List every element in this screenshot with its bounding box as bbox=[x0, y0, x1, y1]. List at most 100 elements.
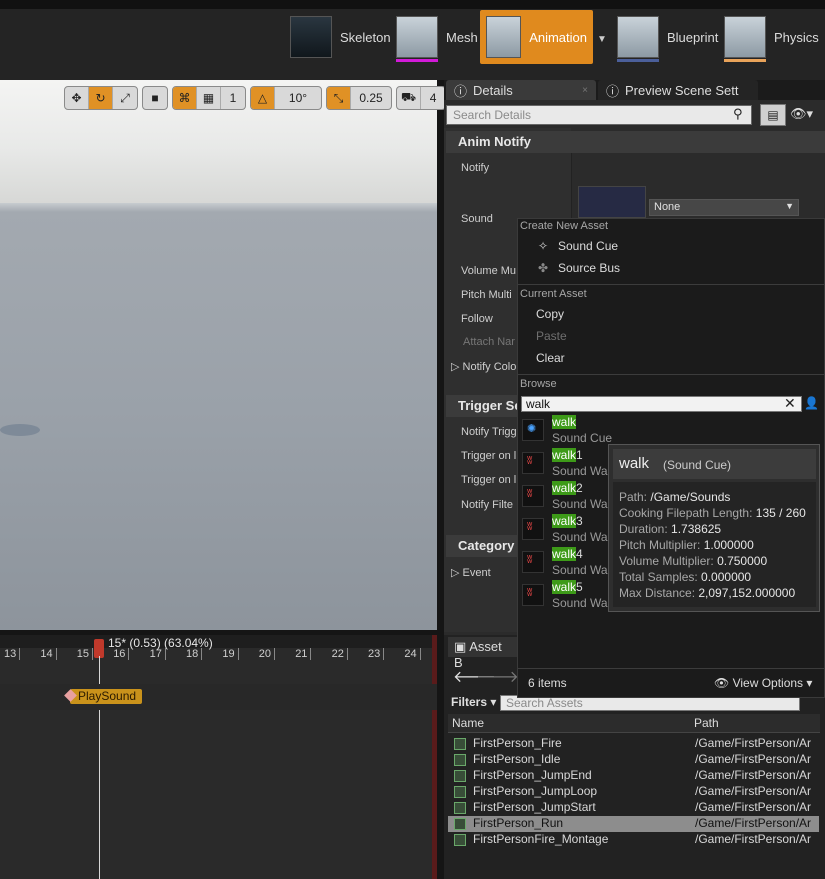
property-matrix-icon[interactable]: ▤ bbox=[760, 104, 786, 126]
asset-row-path: /Game/FirstPerson/Ar bbox=[695, 832, 812, 846]
asset-name-match: walk bbox=[552, 514, 577, 528]
asset-table-header: Name Path bbox=[448, 714, 820, 733]
menu-copy[interactable]: Copy bbox=[536, 307, 564, 321]
tab-details-label: Details bbox=[473, 82, 513, 98]
table-row[interactable]: FirstPerson_JumpLoop/Game/FirstPerson/Ar bbox=[448, 784, 819, 800]
timeline-tick-label: 20 bbox=[259, 648, 276, 660]
tooltip-row: Cooking Filepath Length: 135 / 260 bbox=[619, 506, 806, 520]
animation-thumbnail-icon bbox=[486, 16, 522, 58]
sound-asset-value: None bbox=[654, 201, 681, 213]
tab-asset-browser[interactable]: ▣ Asset B bbox=[448, 637, 518, 670]
prop-attach: Attach Nar bbox=[463, 336, 515, 348]
rotation-snap-icon[interactable]: △ bbox=[251, 87, 275, 109]
filters-button[interactable]: Filters ▾ bbox=[451, 695, 496, 709]
col-name[interactable]: Name bbox=[452, 716, 484, 730]
prop-notify: Notify bbox=[461, 162, 490, 174]
asset-name-suffix: 4 bbox=[576, 547, 583, 561]
rotate-icon[interactable]: ↻ bbox=[89, 87, 113, 109]
grid-snap-icon[interactable]: ▦ bbox=[197, 87, 221, 109]
asset-result-item[interactable]: walk bbox=[552, 415, 577, 429]
asset-type: Sound Wa bbox=[552, 464, 608, 478]
asset-result-item[interactable]: walk1 bbox=[552, 448, 583, 462]
camera-speed-icon[interactable]: ⛟ bbox=[397, 87, 422, 109]
tooltip-key: Duration: bbox=[619, 522, 668, 536]
search-icon: ⚲ bbox=[733, 106, 743, 121]
tooltip-row: Max Distance: 2,097,152.000000 bbox=[619, 586, 795, 600]
mode-animation-button[interactable]: Animation bbox=[480, 10, 593, 64]
browse-header: Browse bbox=[520, 378, 557, 390]
tooltip-asset-name: walk bbox=[619, 455, 650, 472]
scale-icon[interactable]: ⤢ bbox=[113, 87, 137, 109]
table-row[interactable]: FirstPerson_JumpEnd/Game/FirstPerson/Ar bbox=[448, 768, 819, 784]
tooltip-key: Max Distance: bbox=[619, 586, 696, 600]
eye-icon[interactable]: 👁▾ bbox=[790, 106, 813, 122]
menu-sound-cue[interactable]: Sound Cue bbox=[558, 239, 618, 253]
table-row[interactable]: FirstPerson_Idle/Game/FirstPerson/Ar bbox=[448, 752, 819, 768]
translate-icon[interactable]: ✥ bbox=[65, 87, 89, 109]
animation-dropdown-icon[interactable]: ▼ bbox=[597, 34, 607, 45]
animation-asset-icon bbox=[454, 802, 466, 814]
prop-notify-color-row[interactable]: ▷ Notify Colo bbox=[451, 360, 516, 373]
tab-preview-scene[interactable]: ⓘ Preview Scene Sett bbox=[598, 80, 758, 100]
world-local-icon[interactable]: ■ bbox=[143, 87, 167, 109]
forward-arrow-icon[interactable]: 🡒 bbox=[476, 666, 519, 687]
close-tab-icon[interactable]: × bbox=[582, 85, 588, 96]
asset-result-item[interactable]: walk3 bbox=[552, 514, 583, 528]
asset-filter-input[interactable]: walk bbox=[521, 396, 802, 412]
asset-row-path: /Game/FirstPerson/Ar bbox=[695, 800, 812, 814]
mode-physics-button[interactable]: Physics bbox=[718, 10, 825, 64]
view-options-button[interactable]: 👁 View Options ▾ bbox=[714, 676, 812, 690]
prop-follow: Follow bbox=[461, 313, 493, 325]
asset-type: Sound Wa bbox=[552, 596, 608, 610]
asset-row-path: /Game/FirstPerson/Ar bbox=[695, 784, 812, 798]
camera-speed-value[interactable]: 4 bbox=[421, 87, 445, 109]
asset-name-suffix: 3 bbox=[576, 514, 583, 528]
timeline-tick-label: 18 bbox=[186, 648, 203, 660]
section-anim-notify[interactable]: Anim Notify bbox=[446, 131, 825, 153]
expand-arrow-icon: ▷ bbox=[451, 567, 463, 579]
table-row[interactable]: FirstPersonFire_Montage/Game/FirstPerson… bbox=[448, 832, 819, 848]
asset-name-suffix: 1 bbox=[576, 448, 583, 462]
sound-thumbnail[interactable] bbox=[578, 186, 646, 218]
skeleton-thumbnail-icon bbox=[290, 16, 332, 58]
asset-result-item[interactable]: walk4 bbox=[552, 547, 583, 561]
scale-snap-icon[interactable]: ⤡ bbox=[327, 87, 351, 109]
mode-mesh-button[interactable]: Mesh bbox=[390, 10, 484, 64]
table-row[interactable]: FirstPerson_Run/Game/FirstPerson/Ar bbox=[448, 816, 819, 832]
menu-clear[interactable]: Clear bbox=[536, 351, 565, 365]
rotation-snap-value[interactable]: 10° bbox=[275, 87, 321, 109]
sound-wave-asset-icon: ʬ bbox=[522, 551, 544, 573]
user-icon[interactable]: 👤 bbox=[804, 396, 819, 410]
timeline-ruler[interactable]: 13 14 15 16 17 18 19 20 21 22 23 24 bbox=[0, 648, 437, 662]
timeline-panel[interactable] bbox=[0, 635, 437, 879]
clear-filter-icon[interactable]: ✕ bbox=[784, 395, 796, 412]
physics-thumbnail-icon bbox=[724, 16, 766, 58]
menu-source-bus[interactable]: Source Bus bbox=[558, 261, 620, 275]
prop-event-row[interactable]: ▷ Event bbox=[451, 566, 491, 579]
mesh-thumbnail-icon bbox=[396, 16, 438, 58]
details-search-input[interactable]: Search Details bbox=[446, 105, 752, 125]
tab-details[interactable]: ⓘ Details × bbox=[446, 80, 596, 100]
asset-name-match: walk bbox=[552, 415, 577, 429]
table-row[interactable]: FirstPerson_Fire/Game/FirstPerson/Ar bbox=[448, 736, 819, 752]
sound-cue-asset-icon: ✺ bbox=[522, 419, 544, 441]
prop-trigger-on-1: Trigger on l bbox=[461, 450, 517, 462]
animation-asset-icon bbox=[454, 770, 466, 782]
tooltip-key: Volume Multiplier: bbox=[619, 554, 714, 568]
surface-snap-icon[interactable]: ⌘ bbox=[173, 87, 197, 109]
asset-result-item[interactable]: walk2 bbox=[552, 481, 583, 495]
physics-accent-bar bbox=[724, 59, 766, 62]
asset-result-item[interactable]: walk5 bbox=[552, 580, 583, 594]
tooltip-header: walk (Sound Cue) bbox=[613, 449, 816, 479]
prop-notify-filter: Notify Filte bbox=[461, 499, 513, 511]
table-row[interactable]: FirstPerson_JumpStart/Game/FirstPerson/A… bbox=[448, 800, 819, 816]
mode-blueprint-button[interactable]: Blueprint bbox=[611, 10, 724, 64]
tooltip-value: 1.738625 bbox=[671, 522, 722, 536]
notify-playsound[interactable]: PlaySound bbox=[70, 689, 142, 704]
mode-mesh-label: Mesh bbox=[446, 29, 478, 45]
scale-snap-value[interactable]: 0.25 bbox=[351, 87, 391, 109]
mode-skeleton-button[interactable]: Skeleton bbox=[284, 10, 397, 64]
col-path[interactable]: Path bbox=[694, 716, 719, 730]
sound-asset-combo[interactable]: None ▼ bbox=[649, 199, 799, 216]
grid-size-value[interactable]: 1 bbox=[221, 87, 245, 109]
